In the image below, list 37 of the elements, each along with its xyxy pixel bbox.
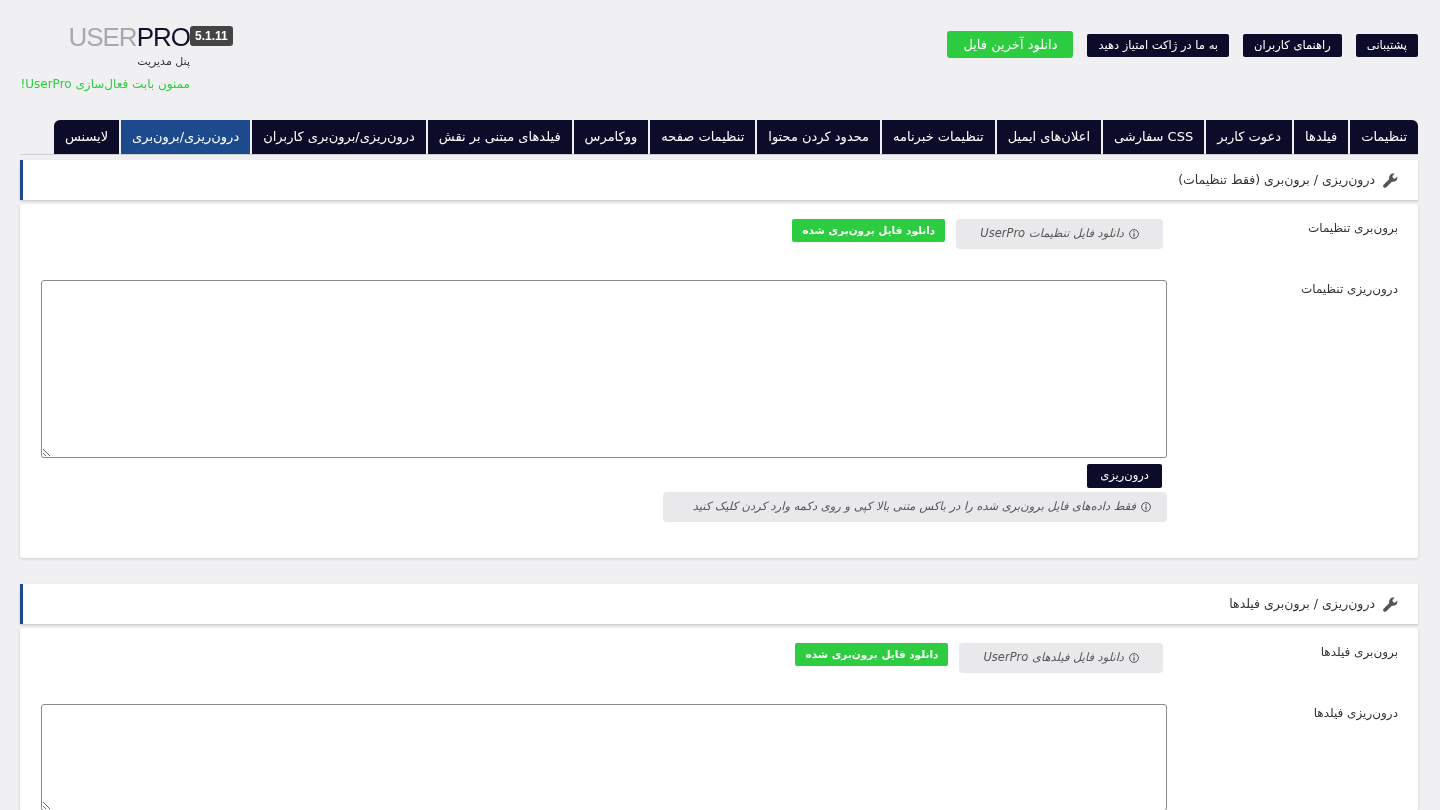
field-label: درون‌ریزی فیلدها [1312,705,1398,723]
nav-tab[interactable]: لایسنس [53,120,120,154]
nav-tab[interactable]: درون‌ریزی/برون‌بری کاربران [252,120,426,154]
nav-tab[interactable]: اعلان‌های ایمیل [996,120,1102,154]
nav-tab[interactable]: CSS سفارشی [1103,120,1205,154]
info-icon [1129,653,1139,663]
info-text: دانلود فایل تنظیمات UserPro [980,225,1124,243]
nav-tab[interactable]: محدود کردن محتوا [757,120,881,154]
nav-tab[interactable]: تنظیمات صفحه [650,120,756,154]
header-button[interactable]: پشتیبانی [1355,34,1418,57]
nav-tab[interactable]: دعوت کاربر [1206,120,1293,154]
header-button[interactable]: به ما در ژاکت امتیاز دهید [1087,34,1229,57]
nav-tab[interactable]: فیلدهای مبتنی بر نقش [427,120,572,154]
header-button[interactable]: راهنمای کاربران [1243,34,1342,57]
nav-tab[interactable]: فیلدها [1294,120,1349,154]
info-icon [1129,229,1139,239]
wrench-icon [1383,596,1398,612]
import-button[interactable]: درون‌ریزی [1087,464,1162,488]
info-text: دانلود فایل فیلدهای UserPro [983,649,1124,667]
logo-text: USERPRO [68,24,190,50]
nav-tab[interactable]: تنظیمات خبرنامه [882,120,995,154]
logo-subtitle: پنل مدیریت [137,54,190,70]
nav-tab[interactable]: تنظیمات [1350,120,1418,154]
field-label: برون‌بری تنظیمات [1306,220,1398,238]
field-label: برون‌بری فیلدها [1319,644,1398,662]
field-label: درون‌ریزی تنظیمات [1299,281,1398,299]
section-title: درون‌ریزی / برون‌بری (فقط تنظیمات) [1178,170,1375,190]
nav-tab[interactable]: درون‌ریزی/برون‌بری [121,120,251,154]
section-title: درون‌ریزی / برون‌بری فیلدها [1229,594,1375,614]
import-field[interactable] [41,280,1167,458]
version-badge: 5.1.11 [190,26,233,46]
info-text: فقط داده‌های فایل برون‌بری شده را در باکس متنی بالا کپی و روی دکمه وارد کردن کلیک کنید [692,498,1136,516]
nav-tab[interactable]: ووکامرس [573,120,649,154]
import-field[interactable] [41,704,1167,810]
wrench-icon [1383,172,1398,188]
info-icon [1141,502,1151,512]
activation-notice: ممنون بابت فعال‌سازی UserPro! [20,75,190,93]
